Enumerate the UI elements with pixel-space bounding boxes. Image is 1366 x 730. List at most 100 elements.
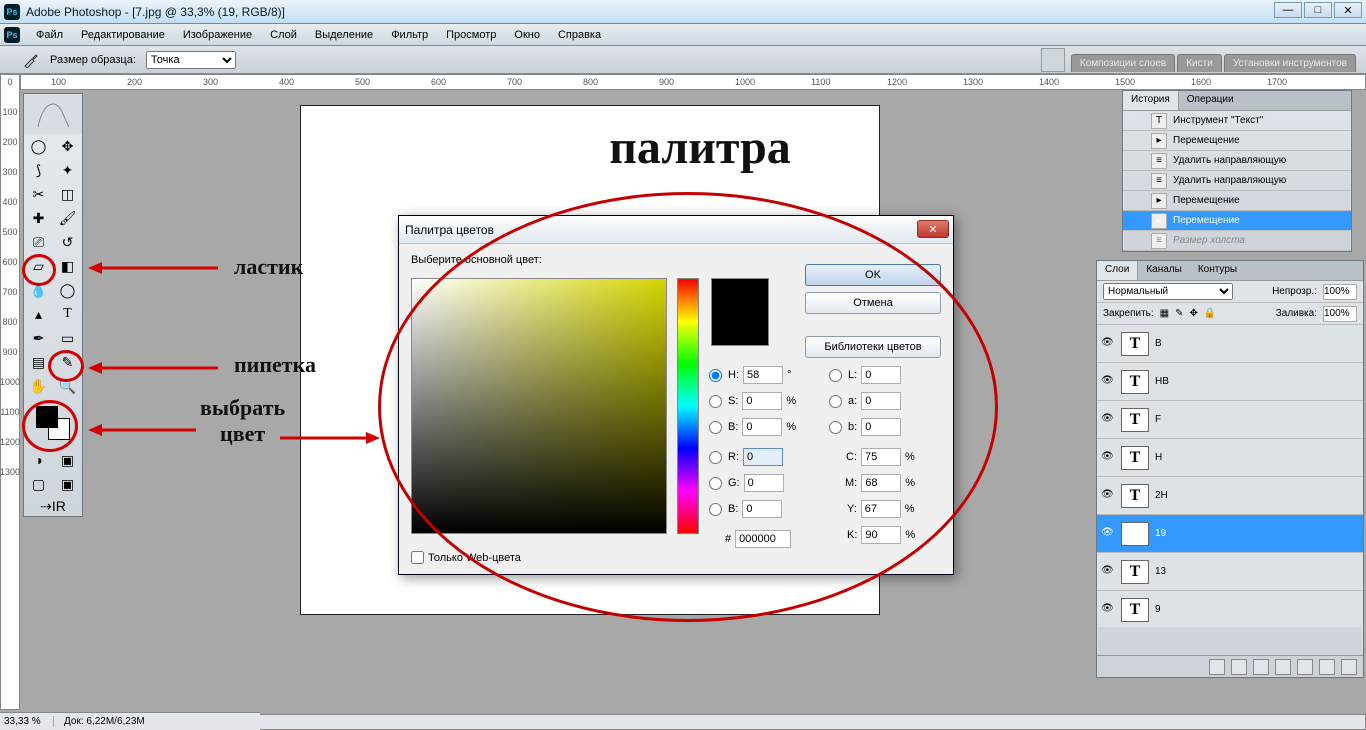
zoom-level[interactable]: 33,33 % [0,716,54,727]
workspace-button[interactable] [1041,48,1065,72]
tab-channels[interactable]: Каналы [1138,261,1190,280]
visibility-icon[interactable]: 👁 [1101,603,1115,617]
input-s[interactable] [742,392,782,410]
screenmode-icon[interactable]: ▣ [53,448,82,472]
history-item[interactable]: ≡Удалить направляющую [1123,151,1351,171]
visibility-icon[interactable]: 👁 [1101,337,1115,351]
adjust-icon[interactable] [1275,659,1291,675]
radio-r[interactable] [709,451,722,464]
layer-row[interactable]: 👁T19 [1097,515,1363,553]
layer-row[interactable]: 👁THB [1097,363,1363,401]
fill-input[interactable] [1323,306,1357,322]
color-field[interactable] [411,278,667,534]
folder-icon[interactable] [1297,659,1313,675]
layer-row[interactable]: 👁T9 [1097,591,1363,627]
layer-row[interactable]: 👁TB [1097,325,1363,363]
visibility-icon[interactable]: 👁 [1101,375,1115,389]
hue-slider[interactable] [677,278,699,534]
dialog-close-button[interactable]: ✕ [917,220,949,238]
lock-pos-icon[interactable]: ✥ [1190,308,1198,319]
imageready-icon[interactable]: ⇢IR [33,494,73,518]
tab-actions[interactable]: Операции [1179,91,1242,110]
layer-row[interactable]: 👁TF [1097,401,1363,439]
visibility-icon[interactable]: 👁 [1101,527,1115,541]
input-y[interactable] [861,500,901,518]
input-m[interactable] [861,474,901,492]
radio-b2[interactable] [709,503,722,516]
input-hex[interactable] [735,530,791,548]
screen-full-icon[interactable]: ▣ [53,472,82,496]
move-tool-icon[interactable]: ✥ [53,134,82,158]
wand-tool-icon[interactable]: ✦ [53,158,82,182]
opacity-input[interactable] [1323,284,1357,300]
tab-brushes[interactable]: Кисти [1177,54,1222,72]
menu-select[interactable]: Выделение [307,26,381,44]
type-tool-icon[interactable]: T [53,302,82,326]
current-new-swatch[interactable] [711,278,769,346]
history-item[interactable]: TИнструмент "Текст" [1123,111,1351,131]
horizontal-ruler[interactable]: 1002003004005006007008009001000110012001… [20,74,1366,90]
close-button[interactable]: ✕ [1334,2,1362,18]
input-r[interactable] [743,448,783,466]
layer-row[interactable]: 👁TH [1097,439,1363,477]
eyedropper-tool-icon[interactable] [22,51,40,69]
history-item[interactable]: ≡Размер холста [1123,231,1351,251]
menu-app-icon[interactable]: Ps [4,27,20,43]
radio-bb[interactable] [829,421,842,434]
tab-layer-comps[interactable]: Композиции слоев [1071,54,1175,72]
stamp-tool-icon[interactable]: ⎚ [24,230,53,254]
radio-g[interactable] [709,477,722,490]
menu-file[interactable]: Файл [28,26,71,44]
radio-h[interactable] [709,369,722,382]
radio-a[interactable] [829,395,842,408]
history-brush-icon[interactable]: ↺ [53,230,82,254]
tab-tool-presets[interactable]: Установки инструментов [1224,54,1356,72]
visibility-icon[interactable]: 👁 [1101,565,1115,579]
radio-s[interactable] [709,395,722,408]
sample-size-select[interactable]: Точка [146,51,236,69]
crop-tool-icon[interactable]: ✂ [24,182,53,206]
layer-row[interactable]: 👁T2H [1097,477,1363,515]
dialog-titlebar[interactable]: Палитра цветов ✕ [399,216,953,244]
hand-tool-icon[interactable]: ✋ [24,374,53,398]
radio-b[interactable] [709,421,722,434]
fx-icon[interactable] [1231,659,1247,675]
mask-icon[interactable] [1253,659,1269,675]
marquee-tool-icon[interactable]: ◯ [24,134,53,158]
maximize-button[interactable]: □ [1304,2,1332,18]
brush-tool-icon[interactable]: 🖌 [53,206,82,230]
color-libraries-button[interactable]: Библиотеки цветов [805,336,941,358]
cancel-button[interactable]: Отмена [805,292,941,314]
dodge-tool-icon[interactable]: ◯ [53,278,82,302]
visibility-icon[interactable]: 👁 [1101,451,1115,465]
link-icon[interactable] [1209,659,1225,675]
ok-button[interactable]: OK [805,264,941,286]
heal-tool-icon[interactable]: ✚ [24,206,53,230]
radio-l[interactable] [829,369,842,382]
slice-tool-icon[interactable]: ◫ [53,182,82,206]
input-b2[interactable] [742,500,782,518]
gradient-tool-icon[interactable]: ◧ [53,254,82,278]
history-item[interactable]: ≡Удалить направляющую [1123,171,1351,191]
pen-tool-icon[interactable]: ✒ [24,326,53,350]
tab-history[interactable]: История [1123,91,1179,110]
input-l[interactable] [861,366,901,384]
trash-icon[interactable] [1341,659,1357,675]
screen-std-icon[interactable]: ▢ [24,472,53,496]
visibility-icon[interactable]: 👁 [1101,413,1115,427]
visibility-icon[interactable]: 👁 [1101,489,1115,503]
input-h[interactable] [743,366,783,384]
menu-edit[interactable]: Редактирование [73,26,173,44]
history-item[interactable]: ▸Перемещение [1123,191,1351,211]
path-select-icon[interactable]: ▴ [24,302,53,326]
menu-window[interactable]: Окно [506,26,548,44]
lock-pixels-icon[interactable]: ✎ [1175,308,1183,319]
lock-all-icon[interactable]: 🔒 [1204,308,1216,319]
shape-tool-icon[interactable]: ▭ [53,326,82,350]
lock-trans-icon[interactable]: ▦ [1160,308,1169,319]
history-item[interactable]: ▸Перемещение [1123,131,1351,151]
menu-help[interactable]: Справка [550,26,609,44]
menu-filter[interactable]: Фильтр [383,26,436,44]
blend-mode-select[interactable]: Нормальный [1103,283,1233,300]
new-layer-icon[interactable] [1319,659,1335,675]
